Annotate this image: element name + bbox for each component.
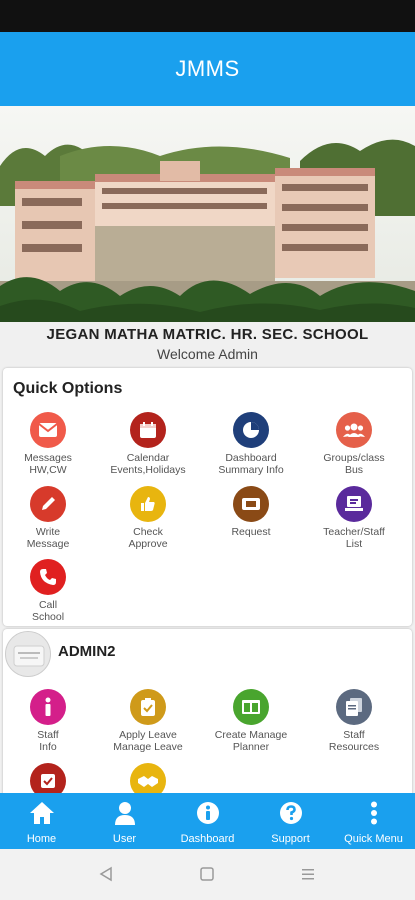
home-square-icon[interactable] bbox=[199, 866, 215, 887]
call-school-option[interactable]: Call School bbox=[3, 559, 96, 623]
option-label: Create Manage bbox=[214, 729, 288, 741]
pencil-icon bbox=[30, 486, 66, 522]
calendar-icon bbox=[130, 412, 166, 448]
check-approve-option[interactable]: Check Approve bbox=[100, 486, 196, 550]
pie-chart-icon bbox=[233, 412, 269, 448]
staff-info-option[interactable]: Staff Info bbox=[3, 689, 96, 753]
bottom-navigation: Home User Dashboard Support Quick Menu bbox=[0, 793, 415, 849]
option-sublabel: Planner bbox=[232, 741, 270, 753]
avatar[interactable] bbox=[5, 631, 51, 677]
app-title: JMMS bbox=[175, 56, 240, 81]
option-label: Teacher/Staff bbox=[323, 526, 385, 538]
nav-label: Quick Menu bbox=[344, 833, 403, 845]
planner-icon bbox=[233, 689, 269, 725]
option-label: Messages bbox=[24, 452, 72, 464]
nav-label: Dashboard bbox=[180, 833, 235, 845]
dashboard-option[interactable]: Dashboard Summary Info bbox=[203, 412, 299, 476]
messages-option[interactable]: Messages HW,CW bbox=[3, 412, 96, 476]
admin-name: ADMIN2 bbox=[58, 643, 116, 660]
system-navigation-bar bbox=[0, 849, 415, 900]
welcome-text: Welcome Admin bbox=[157, 346, 258, 362]
quick-options-title: Quick Options bbox=[13, 380, 123, 397]
option-sublabel: Events,Holidays bbox=[110, 464, 186, 476]
school-photo bbox=[0, 106, 415, 322]
app-bar: JMMS bbox=[0, 32, 415, 106]
help-circle-icon bbox=[279, 801, 303, 830]
quick-options-card: Quick Options Messages HW,CW Calendar Even… bbox=[3, 368, 412, 626]
nav-quick-menu[interactable]: Quick Menu bbox=[332, 793, 415, 849]
admin-card: ADMIN2 Staff Info Apply Leave Manage Leave… bbox=[3, 629, 412, 799]
nav-home[interactable]: Home bbox=[0, 793, 83, 849]
status-bar bbox=[0, 0, 415, 32]
apply-leave-option[interactable]: Apply Leave Manage Leave bbox=[100, 689, 196, 753]
option-label: Check bbox=[133, 526, 163, 538]
option-label: Write bbox=[35, 526, 61, 538]
option-label: Call bbox=[38, 599, 58, 611]
calendar-option[interactable]: Calendar Events,Holidays bbox=[100, 412, 196, 476]
option-sublabel: List bbox=[345, 538, 363, 550]
thumbs-up-icon bbox=[130, 486, 166, 522]
user-icon bbox=[113, 801, 137, 830]
clipboard-check-icon bbox=[130, 689, 166, 725]
request-option[interactable]: Request bbox=[203, 486, 299, 538]
option-sublabel: Bus bbox=[344, 464, 364, 476]
staff-resources-option[interactable]: Staff Resources bbox=[306, 689, 402, 753]
vertical-dots-icon bbox=[362, 801, 386, 830]
ticket-icon bbox=[233, 486, 269, 522]
nav-label: Home bbox=[26, 833, 57, 845]
option-sublabel: HW,CW bbox=[29, 464, 67, 476]
teacher-staff-list-option[interactable]: Teacher/Staff List bbox=[306, 486, 402, 550]
option-sublabel: Message bbox=[26, 538, 70, 550]
info-icon bbox=[30, 689, 66, 725]
contact-list-icon bbox=[336, 486, 372, 522]
planner-option[interactable]: Create Manage Planner bbox=[203, 689, 299, 753]
nav-support[interactable]: Support bbox=[249, 793, 332, 849]
nav-label: User bbox=[112, 833, 137, 845]
nav-user[interactable]: User bbox=[83, 793, 166, 849]
phone-icon bbox=[30, 559, 66, 595]
groups-option[interactable]: Groups/class Bus bbox=[306, 412, 402, 476]
nav-label: Support bbox=[271, 833, 310, 845]
info-circle-icon bbox=[196, 801, 220, 830]
envelope-icon bbox=[30, 412, 66, 448]
resources-icon bbox=[336, 689, 372, 725]
option-label: Calendar bbox=[126, 452, 170, 464]
option-label: Groups/class bbox=[323, 452, 385, 464]
write-message-option[interactable]: Write Message bbox=[3, 486, 96, 550]
nav-dashboard[interactable]: Dashboard bbox=[166, 793, 249, 849]
option-label: Request bbox=[231, 526, 271, 538]
option-sublabel: Resources bbox=[328, 741, 380, 753]
option-label: Dashboard bbox=[225, 452, 277, 464]
recents-menu-icon[interactable] bbox=[300, 866, 316, 887]
option-label: Staff bbox=[343, 729, 365, 741]
option-sublabel: Summary Info bbox=[218, 464, 284, 476]
school-name: JEGAN MATHA MATRIC. HR. SEC. SCHOOL bbox=[46, 326, 369, 343]
group-icon bbox=[336, 412, 372, 448]
option-sublabel: Approve bbox=[128, 538, 168, 550]
option-sublabel: School bbox=[31, 611, 65, 623]
option-sublabel: Info bbox=[39, 741, 57, 753]
option-label: Staff bbox=[37, 729, 59, 741]
back-icon[interactable] bbox=[98, 866, 114, 887]
option-sublabel: Manage Leave bbox=[113, 741, 183, 753]
home-icon bbox=[29, 801, 55, 830]
option-label: Apply Leave bbox=[119, 729, 177, 741]
